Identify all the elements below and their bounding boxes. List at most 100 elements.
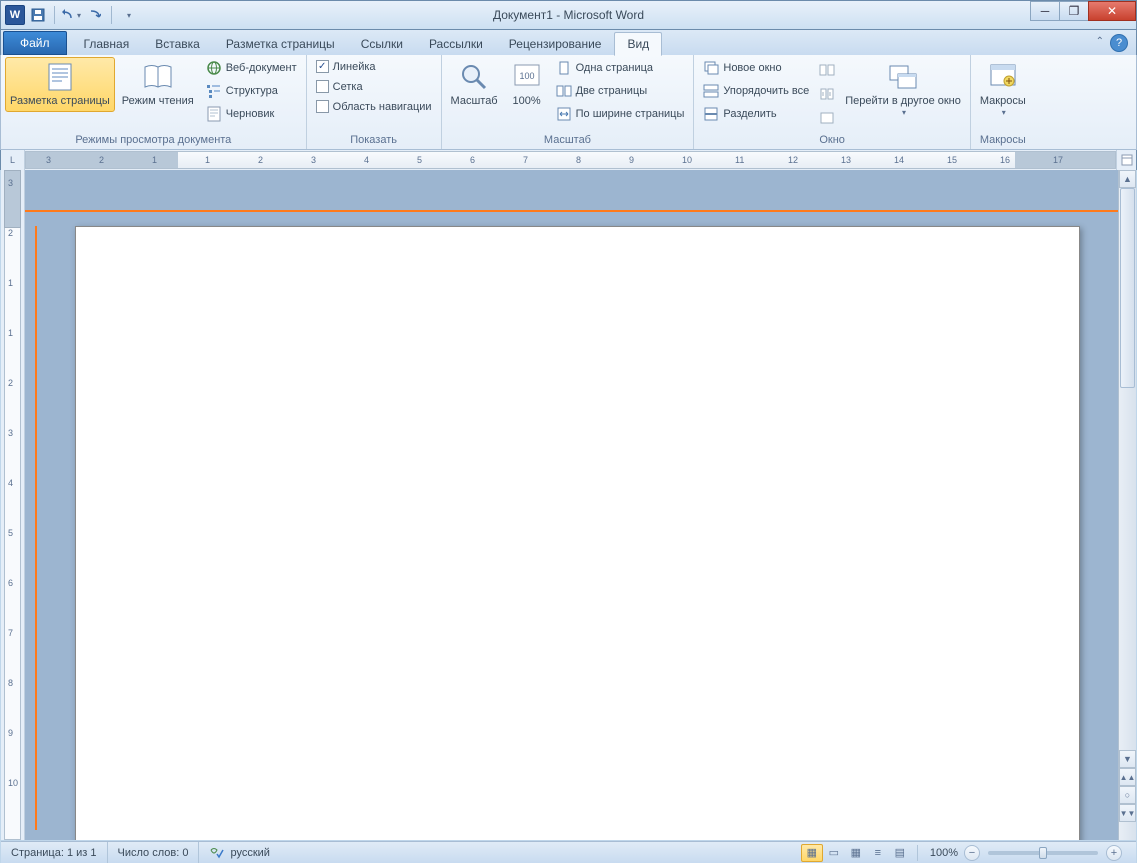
close-button[interactable]: ✕ bbox=[1088, 1, 1136, 21]
magnifier-icon bbox=[458, 61, 490, 93]
tab-insert[interactable]: Вставка bbox=[142, 32, 213, 55]
document-page[interactable] bbox=[75, 226, 1080, 840]
svg-text:100: 100 bbox=[519, 71, 534, 81]
view-side-by-side-button[interactable] bbox=[816, 59, 838, 81]
horizontal-ruler-row: L 3211234567891011121314151617 bbox=[0, 150, 1137, 170]
ruler-toggle-button[interactable] bbox=[1116, 150, 1136, 170]
vertical-ruler[interactable]: 32112345678910 bbox=[1, 170, 25, 840]
split-icon bbox=[703, 106, 719, 122]
word-count-status[interactable]: Число слов: 0 bbox=[108, 842, 200, 863]
web-layout-icon bbox=[206, 60, 222, 76]
tab-file[interactable]: Файл bbox=[3, 31, 67, 55]
arrange-all-icon bbox=[703, 83, 719, 99]
switch-windows-icon bbox=[887, 61, 919, 93]
spellcheck-icon bbox=[209, 846, 225, 860]
quick-access-toolbar: W ▾ ▾ bbox=[1, 4, 139, 26]
checkbox-icon bbox=[316, 80, 329, 93]
ruler-checkbox[interactable]: ✓ Линейка bbox=[311, 57, 437, 76]
maximize-button[interactable]: ❐ bbox=[1059, 1, 1089, 21]
macros-button[interactable]: Макросы ▾ bbox=[975, 57, 1031, 121]
scroll-down-button[interactable]: ▼ bbox=[1119, 750, 1136, 768]
window-title: Документ1 - Microsoft Word bbox=[493, 8, 644, 22]
print-layout-view-button[interactable]: ▦ bbox=[801, 844, 823, 862]
vertical-scrollbar[interactable]: ▲ ▼ ▲▲ ○ ▼▼ bbox=[1118, 170, 1136, 840]
web-view-button[interactable]: ▦ bbox=[845, 844, 867, 862]
window-controls: ─ ❐ ✕ bbox=[1031, 1, 1136, 21]
scroll-thumb[interactable] bbox=[1120, 188, 1135, 388]
zoom-out-button[interactable]: − bbox=[964, 845, 980, 861]
zoom-in-button[interactable]: + bbox=[1106, 845, 1122, 861]
page-width-icon bbox=[556, 106, 572, 122]
horizontal-ruler[interactable]: 3211234567891011121314151617 bbox=[25, 151, 1116, 169]
group-macros: Макросы ▾ Макросы bbox=[971, 55, 1035, 149]
two-pages-button[interactable]: Две страницы bbox=[551, 80, 690, 102]
switch-windows-button[interactable]: Перейти в другое окно▾ bbox=[840, 57, 966, 121]
group-window: Новое окно Упорядочить все Разделить bbox=[694, 55, 971, 149]
reading-view-button[interactable]: ▭ bbox=[823, 844, 845, 862]
page-number-status[interactable]: Страница: 1 из 1 bbox=[1, 842, 108, 863]
arrange-all-button[interactable]: Упорядочить все bbox=[698, 80, 814, 102]
reading-mode-icon bbox=[142, 61, 174, 93]
word-app-icon[interactable]: W bbox=[5, 5, 25, 25]
next-page-button[interactable]: ▼▼ bbox=[1119, 804, 1136, 822]
one-page-button[interactable]: Одна страница bbox=[551, 57, 690, 79]
tab-review[interactable]: Рецензирование bbox=[496, 32, 615, 55]
prev-page-button[interactable]: ▲▲ bbox=[1119, 768, 1136, 786]
qat-customize-button[interactable]: ▾ bbox=[117, 4, 139, 26]
undo-button[interactable]: ▾ bbox=[60, 4, 82, 26]
browse-object-button[interactable]: ○ bbox=[1119, 786, 1136, 804]
print-layout-icon bbox=[44, 61, 76, 93]
group-document-views: Разметка страницы Режим чтения Веб-докум… bbox=[1, 55, 307, 149]
one-page-icon bbox=[556, 60, 572, 76]
group-show: ✓ Линейка Сетка Область навигации Показа… bbox=[307, 55, 442, 149]
checkbox-icon bbox=[316, 100, 329, 113]
ribbon: Разметка страницы Режим чтения Веб-докум… bbox=[0, 55, 1137, 150]
redo-button[interactable] bbox=[84, 4, 106, 26]
collapse-ribbon-button[interactable]: ⌃ bbox=[1096, 36, 1104, 47]
document-viewport[interactable]: ▲ ▼ ▲▲ ○ ▼▼ bbox=[25, 170, 1136, 840]
draft-view-button[interactable]: ▤ bbox=[889, 844, 911, 862]
annotation-line-horizontal bbox=[25, 210, 1118, 212]
tab-selector[interactable]: L bbox=[1, 150, 25, 170]
draft-button[interactable]: Черновик bbox=[201, 103, 302, 125]
language-status[interactable]: русский bbox=[199, 842, 279, 863]
tab-home[interactable]: Главная bbox=[71, 32, 143, 55]
ribbon-tabs: Файл Главная Вставка Разметка страницы С… bbox=[0, 30, 1137, 55]
two-pages-icon bbox=[556, 83, 572, 99]
new-window-icon bbox=[703, 60, 719, 76]
zoom-level[interactable]: 100% bbox=[924, 847, 964, 859]
split-button[interactable]: Разделить bbox=[698, 103, 814, 125]
reset-window-button[interactable] bbox=[816, 107, 838, 129]
tab-mailings[interactable]: Рассылки bbox=[416, 32, 496, 55]
zoom-slider[interactable] bbox=[988, 851, 1098, 855]
help-button[interactable]: ? bbox=[1110, 34, 1128, 52]
status-bar: Страница: 1 из 1 Число слов: 0 русский ▦… bbox=[1, 841, 1136, 863]
tab-view[interactable]: Вид bbox=[614, 32, 662, 56]
zoom-button[interactable]: Масштаб bbox=[446, 57, 503, 112]
annotation-line-vertical bbox=[35, 226, 37, 830]
reading-mode-button[interactable]: Режим чтения bbox=[117, 57, 199, 112]
outline-icon bbox=[206, 83, 222, 99]
navigation-pane-checkbox[interactable]: Область навигации bbox=[311, 97, 437, 116]
new-window-button[interactable]: Новое окно bbox=[698, 57, 814, 79]
save-button[interactable] bbox=[27, 4, 49, 26]
draft-icon bbox=[206, 106, 222, 122]
outline-button[interactable]: Структура bbox=[201, 80, 302, 102]
document-area: 32112345678910 ▲ ▼ ▲▲ ○ ▼▼ bbox=[1, 170, 1136, 840]
tab-references[interactable]: Ссылки bbox=[348, 32, 416, 55]
minimize-button[interactable]: ─ bbox=[1030, 1, 1060, 21]
page-width-button[interactable]: По ширине страницы bbox=[551, 103, 690, 125]
zoom-100-icon: 100 bbox=[511, 61, 543, 93]
gridlines-checkbox[interactable]: Сетка bbox=[311, 77, 437, 96]
print-layout-button[interactable]: Разметка страницы bbox=[5, 57, 115, 112]
sync-scroll-button[interactable] bbox=[816, 83, 838, 105]
web-layout-button[interactable]: Веб-документ bbox=[201, 57, 302, 79]
tab-page-layout[interactable]: Разметка страницы bbox=[213, 32, 348, 55]
scroll-up-button[interactable]: ▲ bbox=[1119, 170, 1136, 188]
checkbox-checked-icon: ✓ bbox=[316, 60, 329, 73]
title-bar: W ▾ ▾ Документ1 - Microsoft Word ─ ❐ ✕ bbox=[0, 0, 1137, 30]
group-zoom: Масштаб 100 100% Одна страница Две стран… bbox=[442, 55, 695, 149]
outline-view-button[interactable]: ≡ bbox=[867, 844, 889, 862]
zoom-100-button[interactable]: 100 100% bbox=[505, 57, 549, 112]
macros-icon bbox=[987, 61, 1019, 93]
